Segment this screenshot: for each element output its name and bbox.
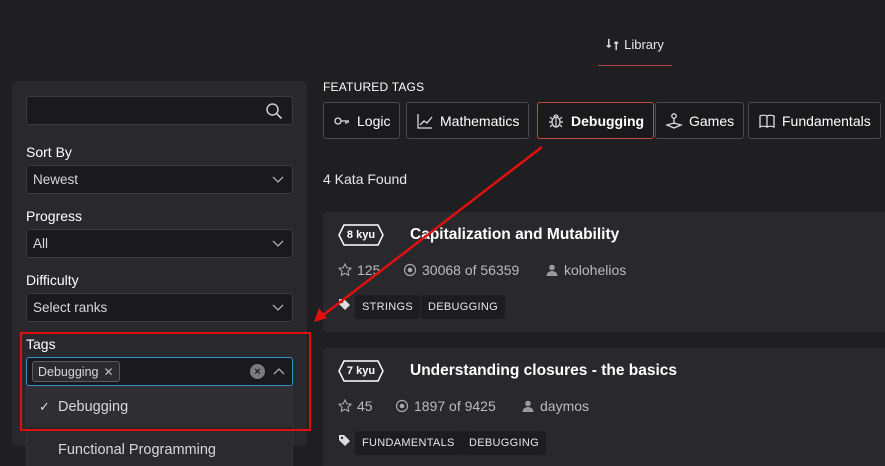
completions-stat: 1897 of 9425 [395,398,496,414]
sort-by-select[interactable]: Newest [26,165,293,194]
completions-value: 1897 of 9425 [414,398,496,414]
sort-by-value: Newest [33,172,79,187]
featured-tag-label: Fundamentals [782,112,871,129]
option-label: Functional Programming [58,442,216,458]
stars-value: 125 [357,262,381,278]
featured-tags-heading: FEATURED TAGS [323,80,425,94]
author-link[interactable]: kolohelios [545,262,626,278]
key-icon [334,116,349,125]
bug-icon [549,113,563,128]
featured-tag-label: Debugging [571,112,645,129]
user-icon [522,400,534,412]
dropdown-option-functional-programming[interactable]: Functional Programming [27,430,292,466]
annotation-highlight-box [20,332,311,431]
rank-badge: 7 kyu [338,360,384,382]
star-icon [338,399,352,413]
difficulty-value: Select ranks [33,300,108,315]
author-name: daymos [540,398,590,414]
kata-tag[interactable]: FUNDAMENTALS [355,431,462,455]
stars-count: 45 [338,398,373,414]
featured-tag-games[interactable]: Games [655,102,745,139]
kata-title-link[interactable]: Understanding closures - the basics [410,362,677,380]
rank-label: 7 kyu [346,365,376,377]
chevron-down-icon [272,240,284,247]
book-icon [759,114,775,128]
results-count: 4 Kata Found [323,171,408,187]
featured-tag-mathematics[interactable]: Mathematics [406,102,530,139]
kata-card: 8 kyu Capitalization and Mutability 125 … [323,212,885,332]
tag-icon [339,299,350,310]
chart-line-icon [417,113,433,129]
rank-label: 8 kyu [346,229,376,241]
featured-tag-debugging[interactable]: Debugging [537,102,655,139]
search-icon[interactable] [265,102,283,120]
star-icon [338,263,352,277]
kata-tag[interactable]: DEBUGGING [421,295,505,319]
featured-tag-logic[interactable]: Logic [323,102,401,139]
swap-icon [606,38,619,51]
difficulty-select[interactable]: Select ranks [26,293,293,322]
progress-select[interactable]: All [26,229,293,258]
sort-by-label: Sort By [26,144,72,160]
completions-stat: 30068 of 56359 [403,262,519,278]
kata-card: 7 kyu Understanding closures - the basic… [323,348,885,466]
chevron-down-icon [272,304,284,311]
target-icon [403,263,417,277]
progress-label: Progress [26,208,83,224]
kata-title-link[interactable]: Capitalization and Mutability [410,226,619,244]
stars-count: 125 [338,262,380,278]
featured-tag-fundamentals[interactable]: Fundamentals [748,102,881,139]
chevron-down-icon [272,176,284,183]
tab-library-label: Library [624,37,664,52]
featured-tag-label: Games [689,112,735,129]
stars-value: 45 [357,398,373,414]
target-icon [395,399,409,413]
joystick-icon [665,112,683,129]
user-icon [546,264,558,276]
completions-value: 30068 of 56359 [422,262,520,278]
search-input[interactable] [26,96,293,125]
rank-badge: 8 kyu [338,224,384,246]
tag-icon [339,435,350,446]
author-link[interactable]: daymos [521,398,589,414]
featured-tag-label: Logic [357,112,391,129]
author-name: kolohelios [564,262,627,278]
kata-tag[interactable]: STRINGS [355,295,420,319]
tab-library[interactable]: Library [598,24,672,66]
featured-tag-label: Mathematics [440,112,520,129]
difficulty-label: Difficulty [26,272,79,288]
progress-value: All [33,236,49,251]
kata-tag[interactable]: DEBUGGING [462,431,546,455]
